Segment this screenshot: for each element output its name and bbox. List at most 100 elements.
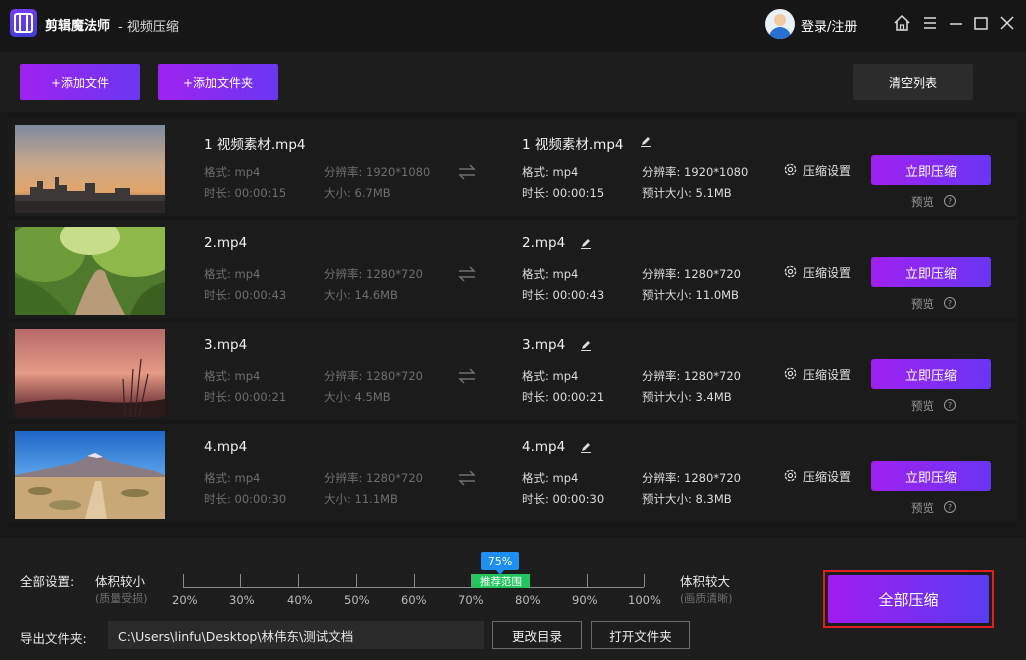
tick-label: 50% (344, 593, 370, 607)
help-icon[interactable]: ? (944, 297, 956, 309)
source-format: 格式: mp4 (204, 369, 261, 383)
help-icon[interactable]: ? (944, 501, 956, 513)
minimize-icon[interactable] (947, 13, 965, 33)
output-estimated-size: 预计大小: 11.0MB (642, 288, 739, 302)
close-icon[interactable] (998, 13, 1016, 33)
output-file-name: 1 视频素材.mp4 (522, 137, 624, 153)
source-file-name: 2.mp4 (204, 235, 248, 251)
file-list: 1 视频素材.mp4 格式: mp4 分辨率: 1920*1080 时长: 00… (0, 118, 1026, 528)
edit-name-icon[interactable] (640, 135, 652, 147)
output-estimated-size: 预计大小: 3.4MB (642, 390, 732, 404)
gear-icon[interactable] (783, 366, 798, 381)
add-folder-button[interactable]: +添加文件夹 (158, 64, 278, 100)
app-window: 剪辑魔法师 - 视频压缩 登录/注册 +添加文件 +添加文件夹 清空列表 1 视… (0, 0, 1026, 660)
help-icon[interactable]: ? (944, 195, 956, 207)
source-format: 格式: mp4 (204, 267, 261, 281)
tick-label: 80% (515, 593, 541, 607)
source-duration: 时长: 00:00:43 (204, 288, 287, 302)
tick-label: 90% (572, 593, 598, 607)
source-size: 大小: 14.6MB (324, 288, 398, 302)
slider-value-badge[interactable]: 75% (481, 552, 519, 575)
slider-tick (644, 574, 645, 587)
slider-tick (183, 574, 184, 587)
source-resolution: 分辨率: 1280*720 (324, 471, 423, 485)
slider-tick (414, 574, 415, 587)
output-estimated-size: 预计大小: 5.1MB (642, 186, 732, 200)
swap-arrows-icon (458, 368, 476, 384)
slider-tick (298, 574, 299, 587)
home-icon[interactable] (893, 13, 911, 33)
quality-slider-track[interactable] (183, 587, 644, 588)
source-size: 大小: 11.1MB (324, 492, 398, 506)
swap-arrows-icon (458, 266, 476, 282)
gear-icon[interactable] (783, 468, 798, 483)
menu-icon[interactable] (921, 13, 939, 33)
output-file-name: 2.mp4 (522, 235, 566, 251)
larger-size-hint: (画质清晰) (680, 592, 733, 605)
edit-name-icon[interactable] (580, 441, 592, 453)
output-duration: 时长: 00:00:30 (522, 492, 605, 506)
maximize-icon[interactable] (972, 13, 990, 33)
source-resolution: 分辨率: 1280*720 (324, 267, 423, 281)
source-file-name: 1 视频素材.mp4 (204, 137, 306, 153)
recommended-range: 推荐范围 (472, 574, 530, 588)
compress-settings-link[interactable]: 压缩设置 (803, 468, 851, 485)
help-icon[interactable]: ? (944, 399, 956, 411)
output-format: 格式: mp4 (522, 165, 579, 179)
gear-icon[interactable] (783, 162, 798, 177)
source-format: 格式: mp4 (204, 165, 261, 179)
global-settings-label: 全部设置: (20, 574, 75, 589)
gear-icon[interactable] (783, 264, 798, 279)
output-format: 格式: mp4 (522, 267, 579, 281)
tick-label: 20% (172, 593, 198, 607)
output-format: 格式: mp4 (522, 471, 579, 485)
output-file-name: 4.mp4 (522, 439, 566, 455)
clear-list-button[interactable]: 清空列表 (853, 64, 973, 100)
output-file-name: 3.mp4 (522, 337, 566, 353)
tick-label: 100% (628, 593, 661, 607)
preview-link[interactable]: 预览 (911, 398, 934, 414)
source-duration: 时长: 00:00:30 (204, 492, 287, 506)
compress-settings-link[interactable]: 压缩设置 (803, 366, 851, 383)
file-row (8, 424, 1018, 522)
login-link[interactable]: 登录/注册 (801, 16, 857, 35)
output-duration: 时长: 00:00:21 (522, 390, 605, 404)
slider-tick (587, 574, 588, 587)
source-resolution: 分辨率: 1280*720 (324, 369, 423, 383)
preview-link[interactable]: 预览 (911, 194, 934, 210)
edit-name-icon[interactable] (580, 237, 592, 249)
compress-settings-link[interactable]: 压缩设置 (803, 264, 851, 281)
change-directory-button[interactable]: 更改目录 (492, 621, 582, 649)
compress-now-button[interactable]: 立即压缩 (871, 359, 991, 389)
export-path-field[interactable]: C:\Users\linfu\Desktop\林伟东\测试文档 (108, 621, 484, 649)
swap-arrows-icon (458, 164, 476, 180)
compress-all-button[interactable]: 全部压缩 (828, 575, 989, 623)
source-format: 格式: mp4 (204, 471, 261, 485)
output-format: 格式: mp4 (522, 369, 579, 383)
compress-now-button[interactable]: 立即压缩 (871, 155, 991, 185)
source-file-name: 4.mp4 (204, 439, 248, 455)
tick-label: 60% (401, 593, 427, 607)
video-thumbnail (15, 431, 165, 519)
compress-now-button[interactable]: 立即压缩 (871, 461, 991, 491)
preview-link[interactable]: 预览 (911, 500, 934, 516)
output-duration: 时长: 00:00:15 (522, 186, 605, 200)
output-resolution: 分辨率: 1280*720 (642, 267, 741, 281)
open-folder-button[interactable]: 打开文件夹 (591, 621, 690, 649)
file-row (8, 118, 1018, 216)
slider-tick (240, 574, 241, 587)
source-duration: 时长: 00:00:21 (204, 390, 287, 404)
app-title: 剪辑魔法师 (45, 19, 111, 34)
file-row (8, 322, 1018, 420)
tick-label: 30% (229, 593, 255, 607)
smaller-size-hint: (质量受损) (95, 592, 148, 605)
preview-link[interactable]: 预览 (911, 296, 934, 312)
compress-settings-link[interactable]: 压缩设置 (803, 162, 851, 179)
compress-now-button[interactable]: 立即压缩 (871, 257, 991, 287)
add-file-button[interactable]: +添加文件 (20, 64, 140, 100)
tick-label: 40% (287, 593, 313, 607)
output-resolution: 分辨率: 1280*720 (642, 369, 741, 383)
user-avatar[interactable] (765, 9, 795, 39)
output-resolution: 分辨率: 1280*720 (642, 471, 741, 485)
edit-name-icon[interactable] (580, 339, 592, 351)
